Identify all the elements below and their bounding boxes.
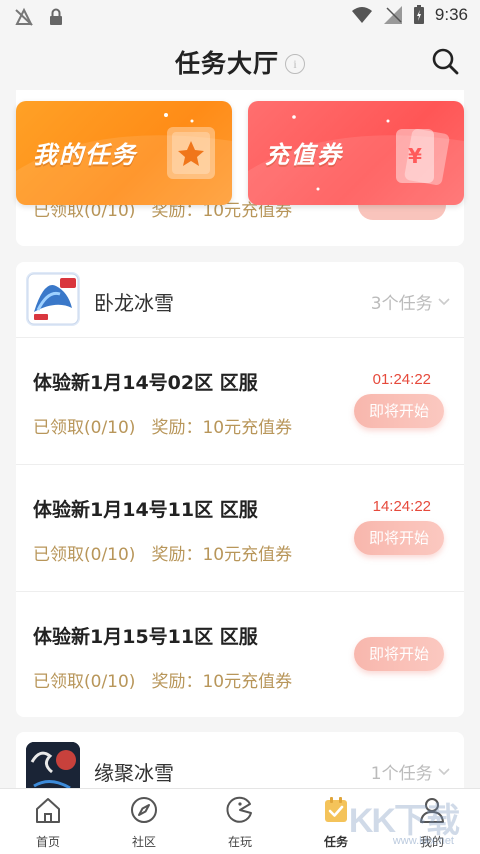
tab-community[interactable]: 社区 (112, 795, 176, 850)
game-task-count[interactable]: 3个任务 (371, 289, 450, 314)
battery-icon (413, 5, 424, 24)
voucher-ticket-icon: ¥ (396, 129, 450, 185)
chevron-down-icon (438, 298, 450, 306)
status-bar: 9:36 (0, 0, 480, 34)
coming-soon-button[interactable]: 即将开始 (354, 394, 444, 428)
recharge-label: 充值券 (265, 141, 343, 169)
task-claimed: 已领取(0/10) (33, 545, 136, 565)
header: 任务大厅 i (0, 34, 480, 90)
my-tasks-banner[interactable]: 我的任务 (16, 101, 232, 205)
recharge-banner[interactable]: 充值券 ¥ (248, 101, 464, 205)
my-tasks-label: 我的任务 (33, 141, 137, 169)
status-time: 9:36 (434, 5, 468, 24)
task-countdown: 14:24:22 (372, 498, 431, 515)
game-header[interactable]: 缘聚冰雪 1个任务 (16, 732, 464, 788)
tab-home-label: 首页 (35, 835, 60, 849)
chevron-down-icon (438, 768, 450, 776)
wifi-icon (351, 7, 372, 23)
task-row[interactable]: 体验新1月14号02区 区服 已领取(0/10) 奖励：10元充值券 01:24:… (16, 338, 464, 465)
task-icon (325, 797, 347, 822)
task-countdown: 01:24:22 (372, 371, 431, 388)
task-meta: 已领取(0/10) 奖励：10元充值券 (33, 667, 292, 692)
search-icon[interactable] (430, 46, 460, 76)
tab-community-label: 社区 (131, 835, 156, 849)
game-name: 缘聚冰雪 (94, 761, 174, 785)
compass-icon (131, 797, 157, 823)
task-meta: 已领取(0/10) 奖励：10元充值券 (33, 413, 292, 438)
task-title: 体验新1月14号11区 区服 (33, 499, 258, 521)
notification-icon (15, 7, 33, 26)
coming-soon-button[interactable]: 即将开始 (354, 521, 444, 555)
signal-icon (383, 6, 402, 24)
game-task-count-label: 3个任务 (370, 294, 433, 314)
pacman-icon (226, 796, 252, 823)
task-row[interactable]: 体验新1月15号11区 区服 已领取(0/10) 奖励：10元充值券 即将开始 (16, 592, 464, 718)
game-thumbnail (26, 272, 80, 326)
page-title: 任务大厅 (174, 49, 279, 78)
task-meta: 已领取(0/10) 奖励：10元充值券 (33, 540, 292, 565)
game-card: 缘聚冰雪 1个任务 (16, 732, 464, 788)
task-claimed: 已领取(0/10) (33, 672, 136, 692)
task-list[interactable]: 已领取(0/10) 奖励：10元充值券 我的任务 充值券 ¥ 卧龙冰雪 3个任务 … (0, 90, 480, 788)
task-title: 体验新1月15号11区 区服 (33, 626, 258, 648)
game-header[interactable]: 卧龙冰雪 3个任务 (16, 262, 464, 338)
task-row[interactable]: 体验新1月14号11区 区服 已领取(0/10) 奖励：10元充值券 14:24:… (16, 465, 464, 592)
info-icon[interactable]: i (285, 54, 305, 74)
lock-icon (50, 8, 62, 25)
tab-playing-label: 在玩 (227, 835, 252, 849)
coming-soon-button[interactable]: 即将开始 (354, 637, 444, 671)
game-task-count-label: 1个任务 (370, 764, 433, 784)
tab-playing[interactable]: 在玩 (208, 795, 272, 850)
watermark-url: www.kkx.net (392, 835, 454, 847)
star-badge-icon (167, 127, 215, 179)
task-reward: 奖励：10元充值券 (151, 545, 293, 565)
task-reward: 奖励：10元充值券 (151, 418, 293, 438)
tab-home[interactable]: 首页 (16, 795, 80, 850)
task-title: 体验新1月14号02区 区服 (33, 372, 258, 394)
game-card: 卧龙冰雪 3个任务 体验新1月14号02区 区服 已领取(0/10) 奖励：10元… (16, 262, 464, 717)
task-reward: 奖励：10元充值券 (151, 672, 293, 692)
home-icon (36, 798, 60, 823)
svg-text:¥: ¥ (408, 144, 422, 168)
task-claimed: 已领取(0/10) (33, 418, 136, 438)
game-task-count[interactable]: 1个任务 (371, 759, 450, 784)
game-thumbnail (26, 742, 80, 788)
game-name: 卧龙冰雪 (94, 291, 174, 315)
